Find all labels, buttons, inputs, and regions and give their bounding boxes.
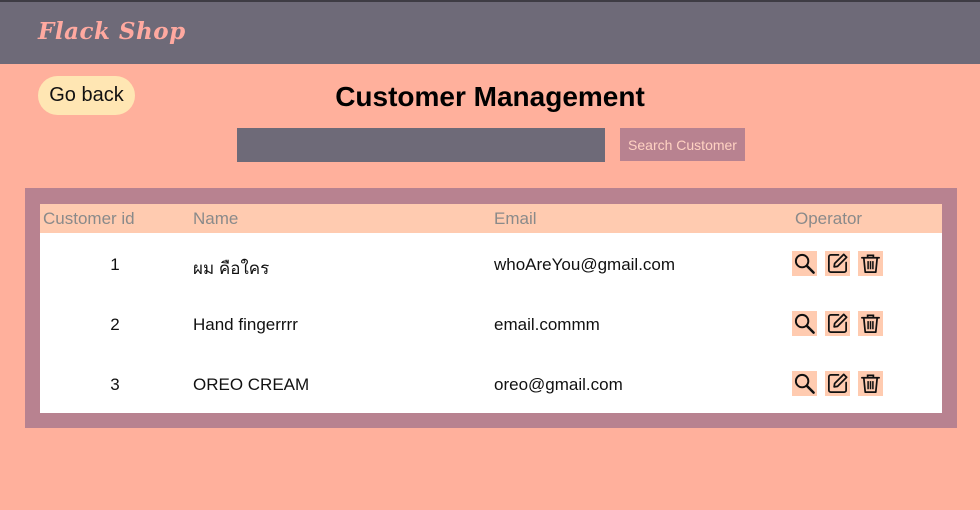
search-input[interactable] [237,128,605,162]
delete-button[interactable] [858,371,883,396]
customer-email-cell: whoAreYou@gmail.com [494,255,676,274]
brand-logo[interactable]: Flack Shop [38,18,186,45]
column-header-operator: Operator [795,209,863,228]
table-row: 1 ผม คือใคร whoAreYou@gmail.com [40,235,942,295]
customer-id-cell: 1 [110,255,120,274]
edit-icon [828,313,848,333]
edit-button[interactable] [825,311,850,336]
table-row: 3 OREO CREAM oreo@gmail.com [40,355,942,415]
row-operations [792,371,883,396]
page-title: Customer Management [335,81,645,112]
row-operations [792,251,883,276]
edit-icon [828,253,848,273]
customer-id-cell: 3 [110,375,120,394]
top-nav-bar: Flack Shop [0,0,980,64]
customer-email-cell: oreo@gmail.com [494,375,623,394]
table-header: Customer id Name Email Operator [40,204,942,233]
edit-icon [828,373,848,393]
search-customer-button[interactable]: Search Customer [620,128,745,161]
view-button[interactable] [792,371,817,396]
column-header-email: Email [494,209,537,228]
customer-name-cell: Hand fingerrrr [193,315,298,334]
trash-icon [861,314,880,333]
edit-button[interactable] [825,251,850,276]
edit-button[interactable] [825,371,850,396]
customer-table: Customer id Name Email Operator 1 ผม คือ… [40,204,942,413]
magnifier-icon [794,373,815,394]
customer-name-cell: ผม คือใคร [193,259,270,278]
delete-button[interactable] [858,251,883,276]
magnifier-icon [794,253,815,274]
delete-button[interactable] [858,311,883,336]
table-row: 2 Hand fingerrrr email.commm [40,295,942,355]
customer-name-cell: OREO CREAM [193,375,310,394]
view-button[interactable] [792,311,817,336]
trash-icon [861,374,880,393]
customer-id-cell: 2 [110,315,120,334]
customer-email-cell: email.commm [494,315,600,334]
magnifier-icon [794,313,815,334]
customer-table-frame: Customer id Name Email Operator 1 ผม คือ… [25,188,957,428]
column-header-customer-id: Customer id [43,209,135,228]
row-operations [792,311,883,336]
column-header-name: Name [193,209,239,228]
trash-icon [861,254,880,273]
view-button[interactable] [792,251,817,276]
